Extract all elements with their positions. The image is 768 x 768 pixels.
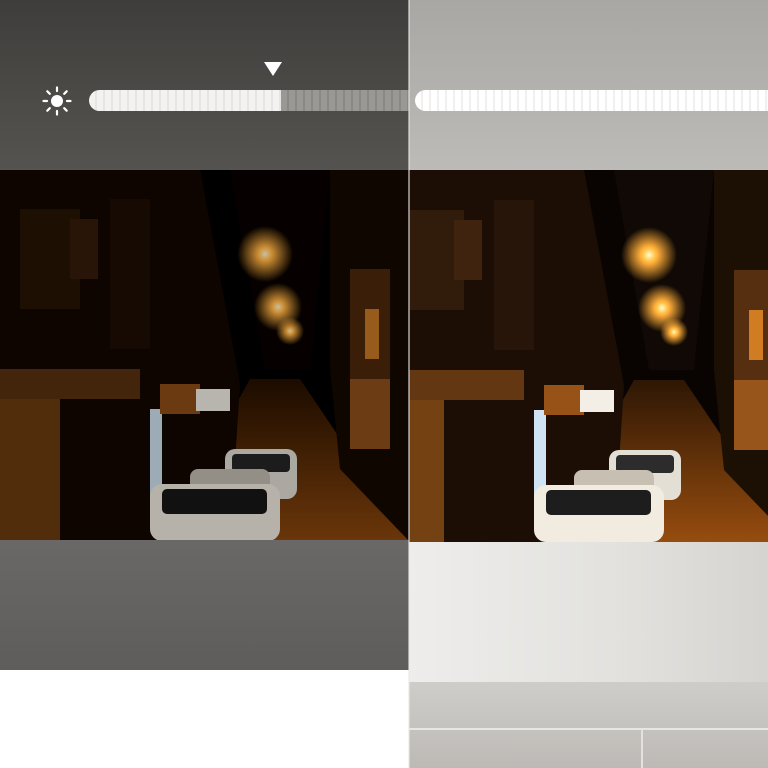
tv-picture-dim xyxy=(0,170,409,540)
brightness-pointer[interactable] xyxy=(264,62,282,76)
dim-display-panel xyxy=(0,0,409,670)
wall-top-bright xyxy=(409,0,768,170)
brightness-slider-fill xyxy=(89,90,281,111)
brightness-slider-remaining xyxy=(281,90,409,111)
tv-picture-bright xyxy=(409,170,768,542)
tv-cabinet xyxy=(409,682,768,768)
wall-bottom-bright xyxy=(409,542,768,682)
sun-icon xyxy=(42,86,72,116)
split-divider xyxy=(408,0,410,768)
cabinet-seam xyxy=(409,728,768,730)
brightness-slider-full[interactable] xyxy=(415,90,768,111)
bright-display-panel xyxy=(409,0,768,768)
brightness-slider[interactable] xyxy=(89,90,409,111)
wall-bottom-dim xyxy=(0,540,409,670)
wall-top-dim xyxy=(0,0,409,170)
cabinet-door-seam xyxy=(641,730,643,768)
